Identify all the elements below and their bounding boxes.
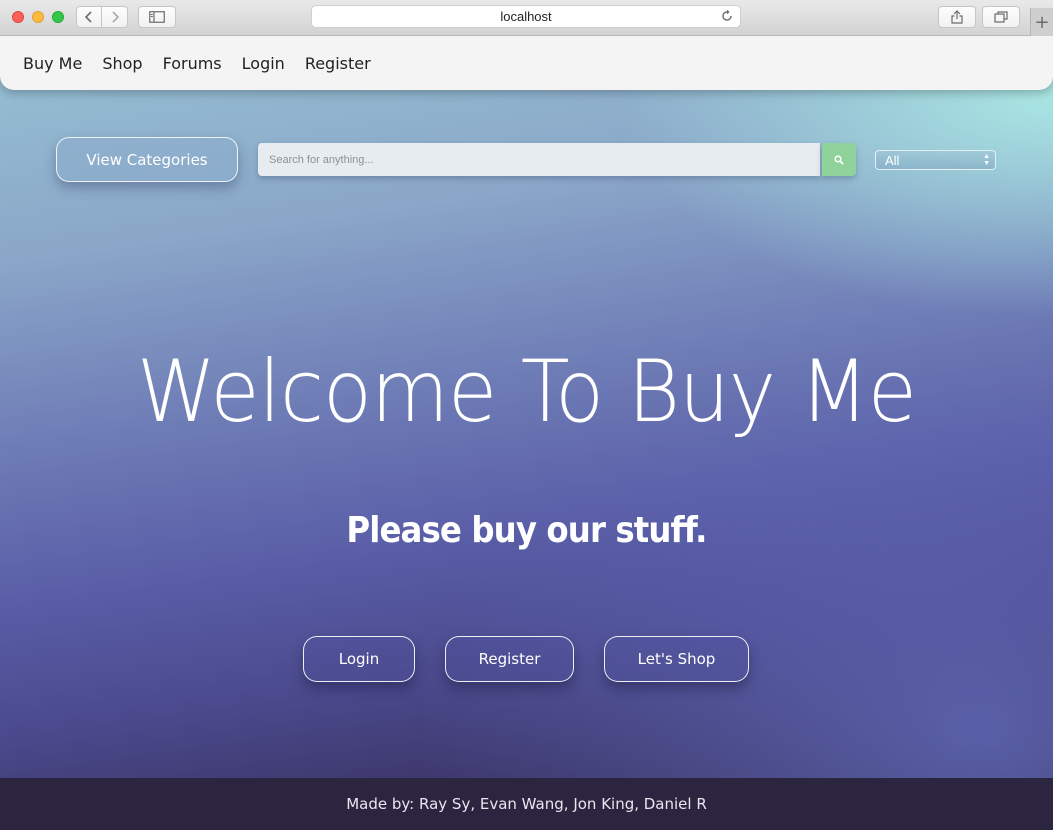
chevron-left-icon [84,11,92,23]
search-input[interactable] [258,143,820,176]
address-bar[interactable]: localhost [311,5,741,28]
category-select[interactable]: All ▲ ▼ [875,150,996,170]
plus-icon: + [1034,11,1050,33]
nav-shop-link[interactable]: Shop [102,54,142,73]
nav-login-link[interactable]: Login [242,54,285,73]
category-select-value: All [885,152,900,168]
lets-shop-button[interactable]: Let's Shop [604,636,749,682]
tabs-icon [994,11,1008,23]
footer: Made by: Ray Sy, Evan Wang, Jon King, Da… [0,778,1053,830]
minimize-window-button[interactable] [32,11,44,23]
footer-credits: Made by: Ray Sy, Evan Wang, Jon King, Da… [346,795,707,813]
hero-subtitle: Please buy our stuff. [346,510,707,551]
share-icon [951,10,963,24]
sidebar-toggle-button[interactable] [138,6,176,28]
reload-icon[interactable] [720,9,734,26]
share-button[interactable] [938,6,976,28]
main-content: View Categories All ▲▼ Welcome To Buy Me… [0,36,1053,830]
new-tab-button[interactable]: + [1030,8,1053,36]
login-button[interactable]: Login [303,636,415,682]
nav-register-link[interactable]: Register [305,54,371,73]
search-button[interactable] [822,143,856,176]
view-categories-button[interactable]: View Categories [56,137,238,182]
forward-button[interactable] [102,6,128,28]
sidebar-icon [149,11,165,23]
zoom-window-button[interactable] [52,11,64,23]
close-window-button[interactable] [12,11,24,23]
nav-brand-link[interactable]: Buy Me [23,54,82,73]
browser-toolbar: localhost + [0,0,1053,36]
search-icon [834,154,844,165]
back-button[interactable] [76,6,102,28]
page: Buy Me Shop Forums Login Register View C… [0,36,1053,830]
tabs-overview-button[interactable] [982,6,1020,28]
chevron-right-icon [111,11,119,23]
url-text: localhost [500,9,552,24]
nav-forums-link[interactable]: Forums [163,54,222,73]
select-arrows-icon: ▲ ▼ [983,153,990,167]
hero-title: Welcome To Buy Me [136,342,917,442]
register-button[interactable]: Register [445,636,574,682]
top-navbar: Buy Me Shop Forums Login Register [0,36,1053,90]
